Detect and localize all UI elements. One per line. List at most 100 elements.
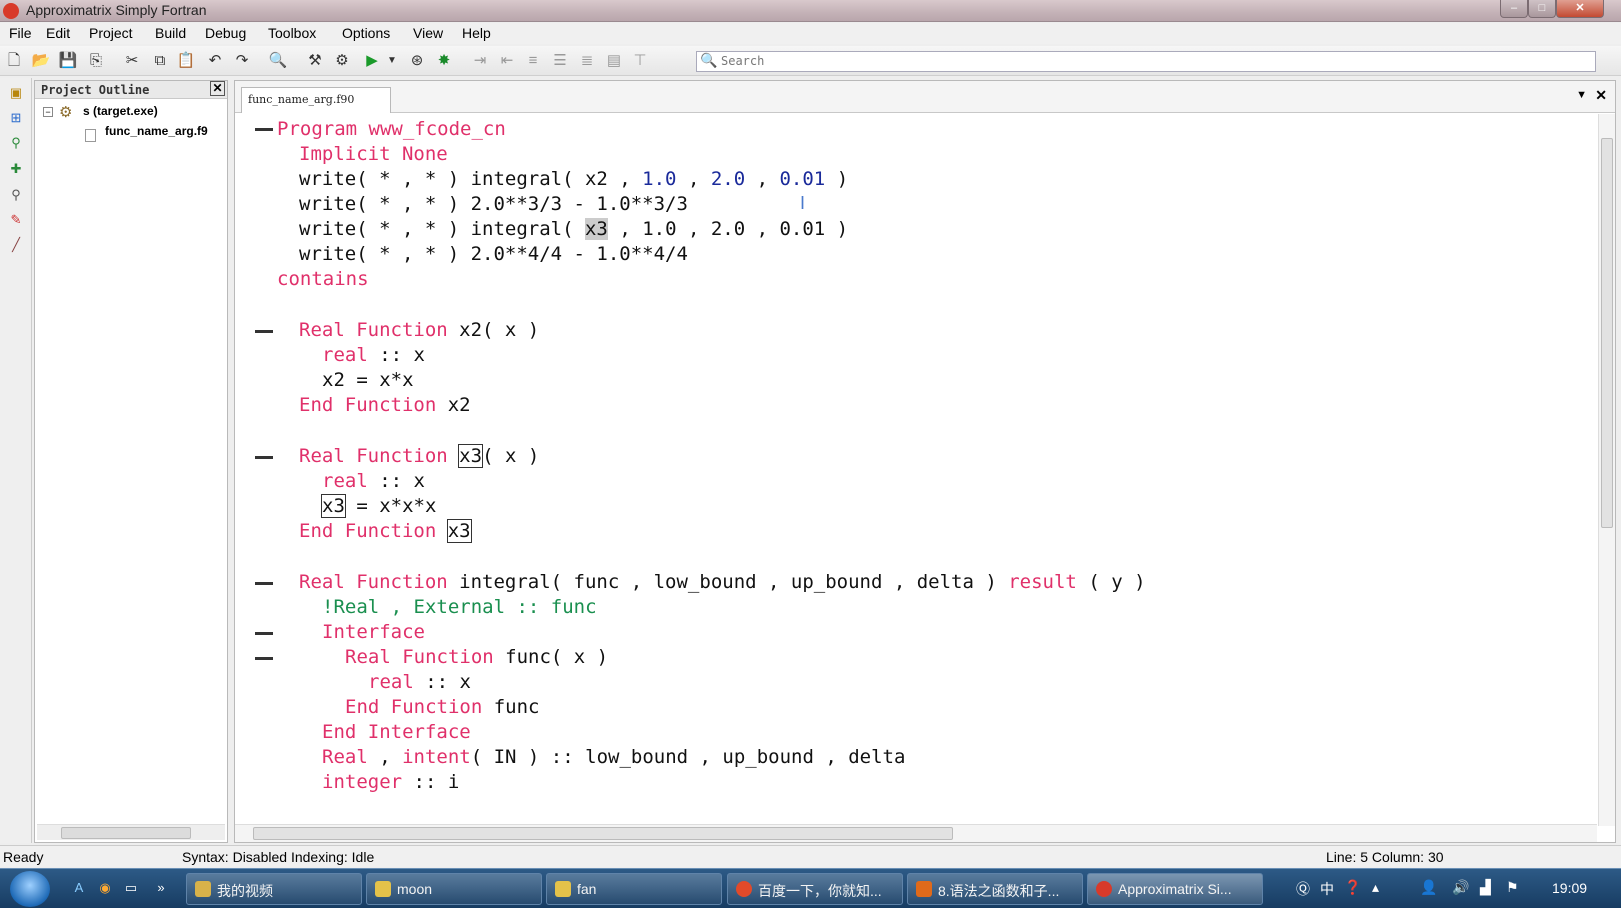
indent-icon[interactable]: ⇥ (470, 51, 490, 71)
menu-toolbox[interactable]: Toolbox (268, 25, 316, 41)
close-tab-icon[interactable]: ✕ (1595, 87, 1607, 104)
ime-q-icon[interactable]: Ⓠ (1296, 879, 1310, 899)
user-icon[interactable]: 👤 (1420, 879, 1437, 896)
task-ppt[interactable]: 8.语法之函数和子... (907, 873, 1083, 905)
breakpoints-icon[interactable]: ✎ (7, 211, 25, 229)
undo-icon[interactable]: ↶ (205, 51, 225, 71)
outdent-icon[interactable]: ⇤ (497, 51, 517, 71)
menu-edit[interactable]: Edit (46, 25, 70, 41)
abc-icon[interactable]: ⚲ (7, 186, 25, 204)
align-icon[interactable]: ≡ (523, 51, 543, 71)
left-tool-strip: ▣ ⊞ ⚲ ✚ ⚲ ✎ ╱ (0, 78, 32, 843)
network-icon[interactable]: ▟ (1480, 879, 1491, 896)
chrome-icon[interactable]: ◉ (96, 879, 114, 897)
scrollbar-thumb[interactable] (1601, 138, 1613, 528)
task-simply-fortran[interactable]: Approximatrix Si... (1087, 873, 1263, 905)
bookmark-icon[interactable]: ⊤ (630, 51, 650, 71)
fold-marker[interactable] (255, 128, 273, 131)
debug-icon[interactable]: ⊛ (407, 51, 427, 71)
build-icon[interactable]: ⚒ (305, 51, 325, 71)
title-bar: Approximatrix Simply Fortran – □ ✕ (0, 0, 1621, 22)
code-line: write( * , * ) integral( x3 , 1.0 , 2.0 … (299, 218, 849, 240)
status-bar: Ready Syntax: Disabled Indexing: Idle Li… (0, 845, 1621, 867)
more-icon[interactable]: » (152, 879, 170, 897)
code-line: real :: x (368, 671, 471, 693)
menu-project[interactable]: Project (89, 25, 133, 41)
close-window-button[interactable]: ✕ (1556, 0, 1604, 18)
open-folder-icon[interactable]: 📂 (31, 51, 51, 71)
clock[interactable]: 19:09 (1552, 880, 1587, 896)
copy-icon[interactable]: ⧉ (150, 51, 170, 71)
search-input[interactable]: 🔍 Search (696, 51, 1596, 72)
maximize-button[interactable]: □ (1528, 0, 1556, 18)
action-center-icon[interactable]: ⚑ (1506, 879, 1519, 896)
symbols-icon[interactable]: ⚲ (7, 134, 25, 152)
settings-gear-icon[interactable]: ⚙ (332, 51, 352, 71)
task-baidu[interactable]: 百度一下，你就知... (727, 873, 903, 905)
modules-icon[interactable]: ✚ (7, 160, 25, 178)
help-icon[interactable]: ❓ (1344, 879, 1361, 896)
editor-horizontal-scrollbar[interactable] (235, 824, 1597, 842)
project-icon[interactable]: ▣ (7, 84, 25, 102)
outline-horizontal-scrollbar[interactable] (37, 824, 225, 840)
redo-icon[interactable]: ↷ (232, 51, 252, 71)
task-video[interactable]: 我的视频 (186, 873, 362, 905)
desktop-icon[interactable]: ▭ (122, 879, 140, 897)
start-button[interactable] (10, 871, 50, 907)
fold-marker[interactable] (255, 330, 273, 333)
paste-icon[interactable]: 📋 (176, 51, 196, 71)
collapse-toggle-icon[interactable]: − (43, 107, 53, 117)
fold-marker[interactable] (255, 657, 273, 660)
toolbar: 🗋 📂 💾 ⎘ ✂ ⧉ 📋 ↶ ↷ 🔍 ⚒ ⚙ ▶ ▼ ⊛ ✸ ⇥ ⇤ ≡ ☰ … (0, 46, 1621, 76)
find-icon[interactable]: 🔍 (268, 51, 288, 71)
quicklaunch-a-icon[interactable]: A (70, 879, 88, 897)
tools-icon[interactable]: ╱ (7, 236, 25, 254)
code-line: real :: x (322, 344, 425, 366)
tab-func-name-arg[interactable]: func_name_arg.f90 (241, 87, 391, 113)
code-line: Real , intent( IN ) :: low_bound , up_bo… (322, 746, 906, 768)
text-cursor-icon: I (800, 193, 806, 213)
close-panel-icon[interactable]: ✕ (210, 81, 225, 96)
code-line: Real Function x2( x ) (299, 319, 540, 341)
comment-icon[interactable]: ☰ (550, 51, 570, 71)
tab-list-dropdown-icon[interactable]: ▼ (1576, 89, 1587, 101)
menu-build[interactable]: Build (155, 25, 186, 41)
app-window: Approximatrix Simply Fortran – □ ✕ File … (0, 0, 1621, 908)
run-dropdown-icon[interactable]: ▼ (382, 51, 402, 71)
tray-arrow-icon[interactable]: ▴ (1372, 879, 1379, 896)
ime-indicator[interactable]: 中 (1320, 879, 1334, 899)
status-ready: Ready (3, 849, 44, 865)
new-file-icon[interactable]: 🗋 (4, 51, 24, 71)
task-moon[interactable]: moon (366, 873, 542, 905)
menu-help[interactable]: Help (462, 25, 491, 41)
bug-icon[interactable]: ✸ (434, 51, 454, 71)
run-icon[interactable]: ▶ (362, 51, 382, 71)
code-area[interactable]: Program www_fcode_cn Implicit None write… (255, 117, 1585, 827)
code-line: Interface (322, 621, 425, 643)
uncomment-icon[interactable]: ≣ (577, 51, 597, 71)
scrollbar-thumb[interactable] (253, 827, 953, 840)
code-line: Program www_fcode_cn (277, 118, 506, 140)
code-line: x2 = x*x (322, 369, 414, 391)
project-outline-header: Project Outline ✕ (35, 81, 227, 99)
fold-marker[interactable] (255, 456, 273, 459)
menu-view[interactable]: View (413, 25, 443, 41)
tree-item-file[interactable]: func_name_arg.f9 (105, 124, 208, 138)
save-icon[interactable]: 💾 (58, 51, 78, 71)
menu-debug[interactable]: Debug (205, 25, 246, 41)
tree-item-target[interactable]: s (target.exe) (83, 104, 158, 118)
menu-file[interactable]: File (9, 25, 32, 41)
save-as-icon[interactable]: ⎘ (86, 51, 106, 71)
hierarchy-icon[interactable]: ⊞ (7, 109, 25, 127)
editor-vertical-scrollbar[interactable] (1598, 114, 1615, 826)
menu-options[interactable]: Options (342, 25, 390, 41)
scrollbar-thumb[interactable] (61, 827, 191, 839)
task-fan[interactable]: fan (546, 873, 722, 905)
fold-marker[interactable] (255, 582, 273, 585)
block-icon[interactable]: ▤ (604, 51, 624, 71)
code-line: Real Function func( x ) (345, 646, 609, 668)
minimize-button[interactable]: – (1500, 0, 1528, 18)
cut-icon[interactable]: ✂ (122, 51, 142, 71)
fold-marker[interactable] (255, 632, 273, 635)
volume-icon[interactable]: 🔊 (1452, 879, 1469, 896)
